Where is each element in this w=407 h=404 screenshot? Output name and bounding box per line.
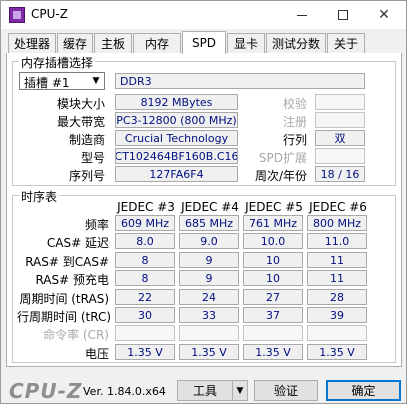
week-year-value: 18 / 16 xyxy=(315,166,365,182)
chevron-down-icon: ▼ xyxy=(236,385,244,396)
ranks-value: 双 xyxy=(315,130,365,146)
timing-cell: 9 xyxy=(179,252,239,268)
memory-type-value: DDR3 xyxy=(115,73,365,89)
timing-cell: 24 xyxy=(179,289,239,305)
correction-value xyxy=(315,94,365,110)
timing-column-header: JEDEC #5 xyxy=(245,200,303,214)
ranks-label: 行列 xyxy=(282,133,307,147)
timing-cell: 33 xyxy=(179,307,239,323)
timing-cell: 11 xyxy=(307,252,367,268)
tools-button[interactable]: 工具 xyxy=(177,380,233,401)
serial-number-value: 127FA6F4 xyxy=(115,166,238,182)
tab-memory[interactable]: 内存 xyxy=(133,33,181,53)
minimize-icon xyxy=(297,14,307,16)
max-bandwidth-value: PC3-12800 (800 MHz) xyxy=(115,112,238,128)
timing-cell: 8 xyxy=(115,270,175,286)
tab-mainboard[interactable]: 主板 xyxy=(94,33,132,53)
manufacturer-label: 制造商 xyxy=(68,133,105,147)
timing-cell: 28 xyxy=(307,289,367,305)
timing-cell: 1.35 V xyxy=(307,344,367,360)
tab-processor[interactable]: 处理器 xyxy=(8,33,56,53)
timing-row-label: RAS# 预充电 xyxy=(35,273,109,287)
maximize-icon xyxy=(338,10,348,20)
timing-row-label: RAS# 到CAS# xyxy=(25,255,109,269)
timing-cell xyxy=(307,325,367,341)
timing-cell: 685 MHz xyxy=(179,215,239,231)
slot-select[interactable]: 插槽 #1 ▼ xyxy=(19,72,105,90)
registered-value xyxy=(315,112,365,128)
timing-cell: 8.0 xyxy=(115,233,175,249)
memory-slot-group-title: 内存插槽选择 xyxy=(19,54,96,71)
slot-select-value: 插槽 #1 xyxy=(24,76,70,90)
close-button[interactable]: ✕ xyxy=(362,1,406,29)
max-bandwidth-label: 最大带宽 xyxy=(56,115,105,129)
serial-number-label: 序列号 xyxy=(68,169,105,183)
timing-cell xyxy=(179,325,239,341)
tools-dropdown-button[interactable]: ▼ xyxy=(232,380,248,401)
cpu-z-logo: CPU-Z xyxy=(9,379,83,403)
timing-row-label: 频率 xyxy=(84,218,109,232)
tab-cache[interactable]: 缓存 xyxy=(57,33,93,53)
timing-cell: 10 xyxy=(243,252,303,268)
spd-ext-label: SPD扩展 xyxy=(258,151,307,165)
timing-cell: 22 xyxy=(115,289,175,305)
cpu-z-app-icon xyxy=(9,7,25,23)
spd-ext-value xyxy=(315,148,365,164)
manufacturer-value: Crucial Technology xyxy=(115,130,238,146)
timing-row-label: 周期时间 (tRAS) xyxy=(19,292,109,306)
week-year-label: 周次/年份 xyxy=(254,169,307,183)
timing-row-label: CAS# 延迟 xyxy=(46,236,109,250)
timing-cell: 10.0 xyxy=(243,233,303,249)
minimize-button[interactable] xyxy=(280,1,324,29)
timing-cell xyxy=(115,325,175,341)
tab-bench[interactable]: 测试分数 xyxy=(266,33,326,53)
timing-cell: 609 MHz xyxy=(115,215,175,231)
timing-cell: 8 xyxy=(115,252,175,268)
validate-button[interactable]: 验证 xyxy=(254,380,318,401)
timing-column-header: JEDEC #3 xyxy=(117,200,175,214)
close-icon: ✕ xyxy=(378,7,390,23)
registered-label: 注册 xyxy=(282,115,307,129)
timing-cell: 37 xyxy=(243,307,303,323)
timing-cell: 1.35 V xyxy=(115,344,175,360)
title-bar: CPU-Z ✕ xyxy=(1,1,406,29)
maximize-button[interactable] xyxy=(321,1,365,29)
tab-spd[interactable]: SPD xyxy=(182,31,226,54)
correction-label: 校验 xyxy=(282,97,307,111)
cpu-z-window: CPU-Z ✕ 处理器 缓存 主板 内存 SPD 显卡 测试分数 关于 内存插槽… xyxy=(0,0,407,404)
timing-cell: 11 xyxy=(307,270,367,286)
window-title: CPU-Z xyxy=(31,7,68,21)
ok-button[interactable]: 确定 xyxy=(326,380,401,401)
chevron-down-icon: ▼ xyxy=(92,76,100,86)
timing-cell: 761 MHz xyxy=(243,215,303,231)
timing-cell: 9 xyxy=(179,270,239,286)
module-size-value: 8192 MBytes xyxy=(115,94,238,110)
timing-cell: 27 xyxy=(243,289,303,305)
module-size-label: 模块大小 xyxy=(56,97,105,111)
timing-column-header: JEDEC #6 xyxy=(309,200,367,214)
timing-cell: 1.35 V xyxy=(179,344,239,360)
timing-cell: 9.0 xyxy=(179,233,239,249)
timing-cell: 30 xyxy=(115,307,175,323)
tab-graphics[interactable]: 显卡 xyxy=(227,33,265,53)
timing-cell: 1.35 V xyxy=(243,344,303,360)
timing-column-header: JEDEC #4 xyxy=(181,200,239,214)
timings-group-title: 时序表 xyxy=(19,188,60,205)
timing-cell: 11.0 xyxy=(307,233,367,249)
part-number-value: CT102464BF160B.C16 xyxy=(115,148,238,164)
part-number-label: 型号 xyxy=(80,151,105,165)
timing-row-label: 电压 xyxy=(84,347,109,361)
timing-row-label: 命令率 (CR) xyxy=(43,328,109,342)
version-text: Ver. 1.84.0.x64 xyxy=(83,385,166,398)
timing-cell: 800 MHz xyxy=(307,215,367,231)
timing-row-label: 行周期时间 (tRC) xyxy=(17,310,112,324)
timing-cell xyxy=(243,325,303,341)
tab-about[interactable]: 关于 xyxy=(327,33,365,53)
timing-cell: 39 xyxy=(307,307,367,323)
timing-cell: 10 xyxy=(243,270,303,286)
